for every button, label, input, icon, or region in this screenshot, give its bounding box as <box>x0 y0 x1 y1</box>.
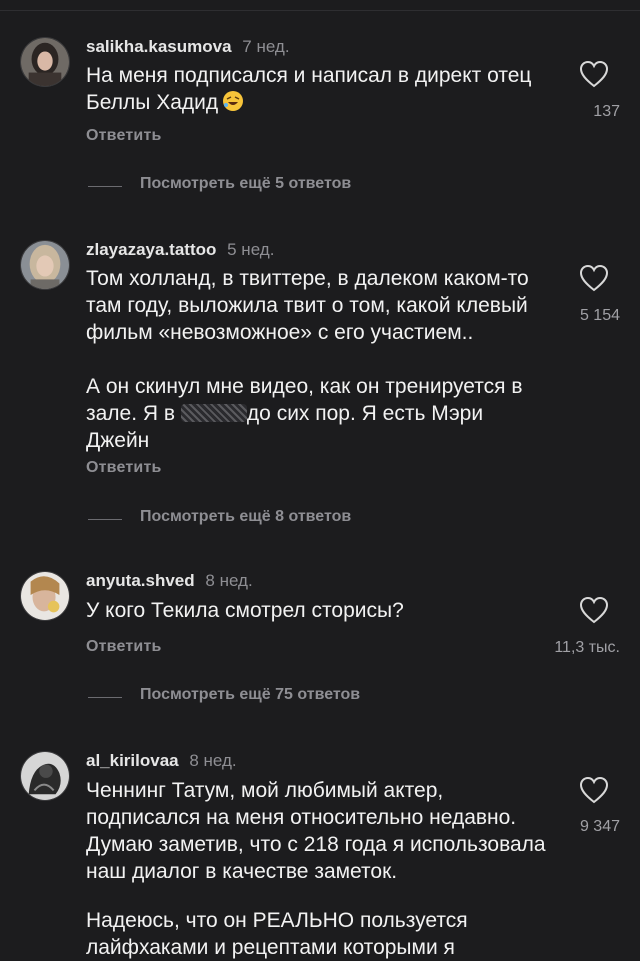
comment-text: Ченнинг Татум, мой любимый актер, подпис… <box>86 777 546 885</box>
heart-outline-icon <box>579 596 609 624</box>
username[interactable]: al_kirilovaa <box>86 751 179 770</box>
comment-header: al_kirilovaa 8 нед. <box>86 751 237 771</box>
avatar[interactable] <box>20 37 70 87</box>
heart-outline-icon <box>579 776 609 804</box>
reply-button[interactable]: Ответить <box>86 127 162 145</box>
view-more-label: Посмотреть ещё 8 ответов <box>140 508 352 525</box>
comment-paragraph: Ченнинг Татум, мой любимый актер, подпис… <box>86 779 546 883</box>
comment-text: Надеюсь, что он РЕАЛЬНО пользуется лайфх… <box>86 907 546 961</box>
comment-time: 8 нед. <box>189 751 237 770</box>
comment-time: 7 нед. <box>242 37 290 56</box>
heart-outline-icon <box>579 264 609 292</box>
heart-outline-icon <box>579 60 609 88</box>
comment-paragraph: Надеюсь, что он РЕАЛЬНО пользуется лайфх… <box>86 909 468 959</box>
username[interactable]: salikha.kasumova <box>86 37 232 56</box>
view-more-label: Посмотреть ещё 75 ответов <box>140 686 361 703</box>
view-more-label: Посмотреть ещё 5 ответов <box>140 175 352 192</box>
avatar[interactable] <box>20 751 70 801</box>
divider-line <box>88 519 122 520</box>
reply-button[interactable]: Ответить <box>86 638 162 656</box>
like-button[interactable] <box>579 60 609 88</box>
avatar[interactable] <box>20 240 70 290</box>
comment-header: salikha.kasumova 7 нед. <box>86 37 290 57</box>
comment-time: 8 нед. <box>205 571 253 590</box>
like-count: 5 154 <box>579 307 620 324</box>
comment-paragraph: Том холланд, в твиттере, в далеком каком… <box>86 267 529 344</box>
comment-time: 5 нед. <box>227 240 275 259</box>
comment-text: Том холланд, в твиттере, в далеком каком… <box>86 265 546 346</box>
top-divider <box>0 10 640 11</box>
like-button[interactable] <box>579 264 609 292</box>
reply-button[interactable]: Ответить <box>86 459 162 477</box>
comment-text: А он скинул мне видео, как он тренируетс… <box>86 373 546 454</box>
like-count: 11,3 тыс. <box>554 639 620 656</box>
redacted-scribble <box>180 404 247 422</box>
comment-text: У кого Текила смотрел сторисы? <box>86 597 546 624</box>
username[interactable]: zlayazaya.tattoo <box>86 240 216 259</box>
like-button[interactable] <box>579 596 609 624</box>
rofl-emoji-icon <box>222 90 244 112</box>
like-button[interactable] <box>579 776 609 804</box>
avatar[interactable] <box>20 571 70 621</box>
username[interactable]: anyuta.shved <box>86 571 195 590</box>
divider-line <box>88 697 122 698</box>
comment-text: На меня подписался и написал в директ от… <box>86 62 546 116</box>
comment-header: zlayazaya.tattoo 5 нед. <box>86 240 274 260</box>
comment-header: anyuta.shved 8 нед. <box>86 571 253 591</box>
like-count: 9 347 <box>579 818 620 835</box>
divider-line <box>88 186 122 187</box>
comment-paragraph: У кого Текила смотрел сторисы? <box>86 599 404 622</box>
comment-paragraph: На меня подписался и написал в директ от… <box>86 64 532 114</box>
like-count: 137 <box>593 103 620 120</box>
